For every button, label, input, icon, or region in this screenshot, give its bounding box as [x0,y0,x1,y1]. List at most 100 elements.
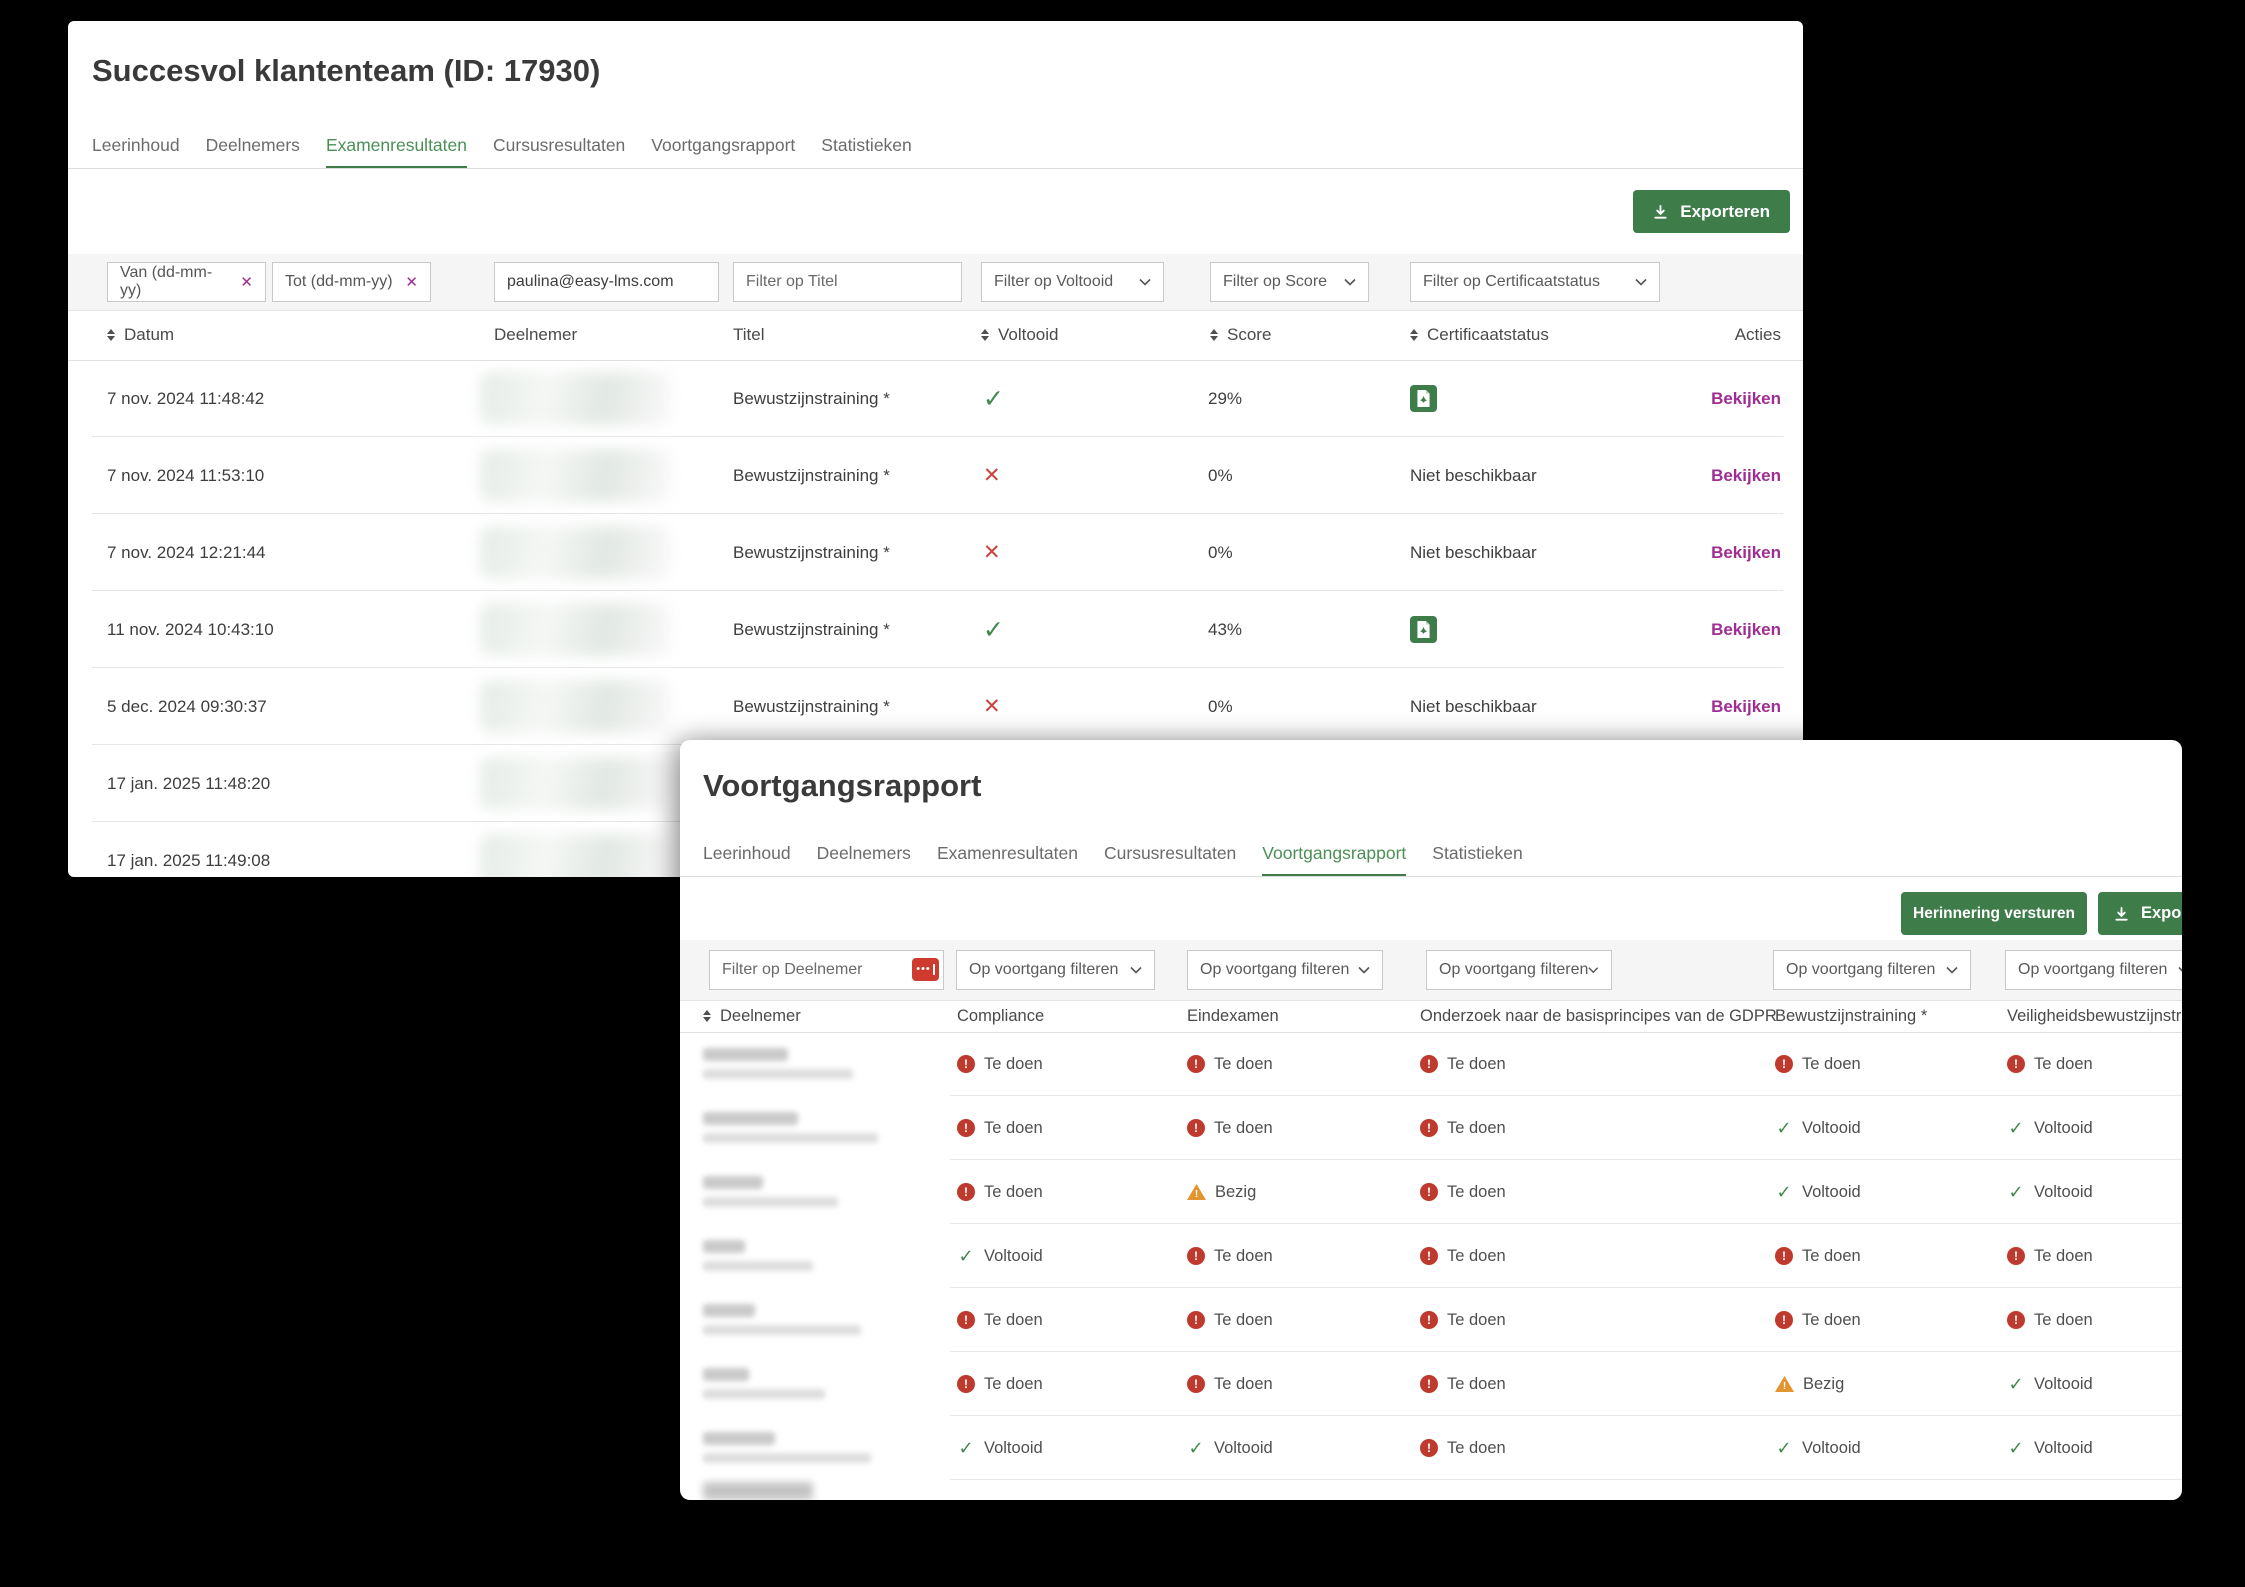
tab-examenresultaten[interactable]: Examenresultaten [326,135,467,169]
status-cell: !Te doen [2007,1224,2093,1288]
export-button[interactable]: Exporteren [1633,190,1790,233]
redacted-bar [703,1432,775,1445]
table-row: !Te doen!Te doen!Te doen!Te doen!Te doen [680,1288,2182,1352]
certificate-filter-select[interactable]: Filter op Certificaatstatus [1410,262,1660,302]
clear-icon[interactable]: ✕ [405,273,418,291]
check-icon: ✓ [1775,1183,1793,1201]
column-header-deelnemer: Deelnemer [494,310,577,360]
tab-cursusresultaten[interactable]: Cursusresultaten [493,135,625,169]
redacted-bar [703,1112,798,1125]
tab-examenresultaten[interactable]: Examenresultaten [937,843,1078,877]
tab-cursusresultaten[interactable]: Cursusresultaten [1104,843,1236,877]
exam-title-cell: Bewustzijnstraining * [733,591,890,668]
redacted-bar [703,1048,788,1061]
status-cell: !Te doen [1775,1288,1861,1352]
redacted-bar [703,1389,825,1399]
tab-leerinhoud[interactable]: Leerinhoud [703,843,791,877]
score-filter-select[interactable]: Filter op Score [1210,262,1369,302]
status-cell: !Te doen [1187,1352,1273,1416]
participant-name-redacted [703,1240,813,1271]
status-cell: ✓Voltooid [2007,1352,2093,1416]
tab-voortgangsrapport[interactable]: Voortgangsrapport [1262,843,1406,877]
status-cell: !Te doen [957,1096,1043,1160]
extension-dots-icon[interactable]: ••• [912,958,939,981]
not-completed-cross-icon: ✕ [983,514,1001,591]
date-to-filter[interactable]: Tot (dd-mm-yy) ✕ [272,262,431,302]
todo-icon: ! [1187,1247,1205,1265]
view-link[interactable]: Bekijken [1711,591,1781,668]
redacted-bar [703,1304,755,1317]
view-link[interactable]: Bekijken [1711,360,1781,437]
participant-name-redacted [703,1048,853,1079]
date-from-filter[interactable]: Van (dd-mm-yy) ✕ [107,262,266,302]
title-filter-input[interactable] [733,262,962,302]
todo-icon: ! [1420,1183,1438,1201]
progress-filter-select-eindexamen[interactable]: Op voortgang filteren [1187,950,1383,990]
redacted-bar [703,1482,813,1500]
exam-title-cell: Bewustzijnstraining * [733,514,890,591]
status-cell: ✓Voltooid [957,1416,1043,1480]
tab-voortgangsrapport[interactable]: Voortgangsrapport [651,135,795,169]
tab-statistieken[interactable]: Statistieken [821,135,911,169]
column-header-compliance: Compliance [957,1000,1044,1032]
send-reminder-button[interactable]: Herinnering versturen [1901,892,2087,935]
pdf-certificate-icon[interactable] [1410,385,1437,412]
tab-statistieken[interactable]: Statistieken [1432,843,1522,877]
tab-deelnemers[interactable]: Deelnemers [206,135,300,169]
exam-score-cell: 0% [1208,437,1233,514]
column-header-score[interactable]: Score [1210,310,1271,360]
column-header-veiligheidsbewustzijnstraining: Veiligheidsbewustzijnstraining [2007,1000,2182,1032]
check-icon: ✓ [1775,1119,1793,1137]
todo-icon: ! [1420,1119,1438,1137]
progress-filter-select-compliance[interactable]: Op voortgang filteren [956,950,1155,990]
participant-name-redacted [480,372,670,425]
todo-icon: ! [1187,1055,1205,1073]
participant-filter-wrap: ••• [709,950,944,990]
table-header: Deelnemer Compliance Eindexamen Onderzoe… [680,1000,2182,1033]
column-header-certificaatstatus[interactable]: Certificaatstatus [1410,310,1549,360]
progress-filter-select-veiligheid[interactable]: Op voortgang filteren [2005,950,2182,990]
download-icon [1653,204,1668,220]
participant-name-redacted [703,1432,871,1463]
column-label: Score [1227,325,1271,345]
status-cell: ✓Voltooid [2007,1160,2093,1224]
view-link[interactable]: Bekijken [1711,514,1781,591]
column-header-voltooid[interactable]: Voltooid [981,310,1059,360]
status-cell: !Te doen [1420,1160,1506,1224]
table-row: 11 nov. 2024 10:43:10Bewustzijnstraining… [68,591,1803,668]
table-row: !Te doen!Te doen!Te doen!Bezig✓Voltooid [680,1352,2182,1416]
export-button[interactable]: Exporteren [2098,892,2182,935]
clear-icon[interactable]: ✕ [240,273,253,291]
todo-icon: ! [957,1375,975,1393]
warning-exclamation: ! [1195,1190,1198,1200]
chevron-down-icon [1344,278,1356,286]
date-from-label: Van (dd-mm-yy) [120,264,232,300]
pdf-certificate-icon[interactable] [1410,616,1437,643]
tab-bar: Leerinhoud Deelnemers Examenresultaten C… [703,843,1523,877]
view-link[interactable]: Bekijken [1711,668,1781,745]
view-link[interactable]: Bekijken [1711,437,1781,514]
completed-filter-label: Filter op Voltooid [994,273,1113,291]
export-button-label: Exporteren [2141,904,2182,923]
tab-leerinhoud[interactable]: Leerinhoud [92,135,180,169]
progress-filter-select-gdpr[interactable]: Op voortgang filteren [1426,950,1612,990]
status-cell: !Te doen [957,1160,1043,1224]
todo-icon: ! [2007,1247,2025,1265]
status-cell: !Bezig [1187,1160,1256,1224]
column-header-datum[interactable]: Datum [107,310,174,360]
table-row: 7 nov. 2024 11:48:42Bewustzijnstraining … [68,360,1803,437]
participant-name-redacted [703,1112,878,1143]
check-icon: ✓ [1187,1439,1205,1457]
participant-filter-input[interactable] [709,950,944,990]
completed-filter-select[interactable]: Filter op Voltooid [981,262,1164,302]
progress-filter-select-bewustzijnstraining[interactable]: Op voortgang filteren [1773,950,1971,990]
page-title: Succesvol klantenteam (ID: 17930) [92,53,600,89]
chevron-down-icon [1946,966,1958,974]
column-header-deelnemer[interactable]: Deelnemer [703,1000,801,1032]
warning-icon: ! [1775,1376,1794,1392]
exam-date-cell: 17 jan. 2025 11:48:20 [107,745,270,822]
participant-filter-input[interactable] [494,262,719,302]
status-cell: !Te doen [1187,1032,1273,1096]
tab-deelnemers[interactable]: Deelnemers [817,843,911,877]
status-cell: !Te doen [1420,1096,1506,1160]
